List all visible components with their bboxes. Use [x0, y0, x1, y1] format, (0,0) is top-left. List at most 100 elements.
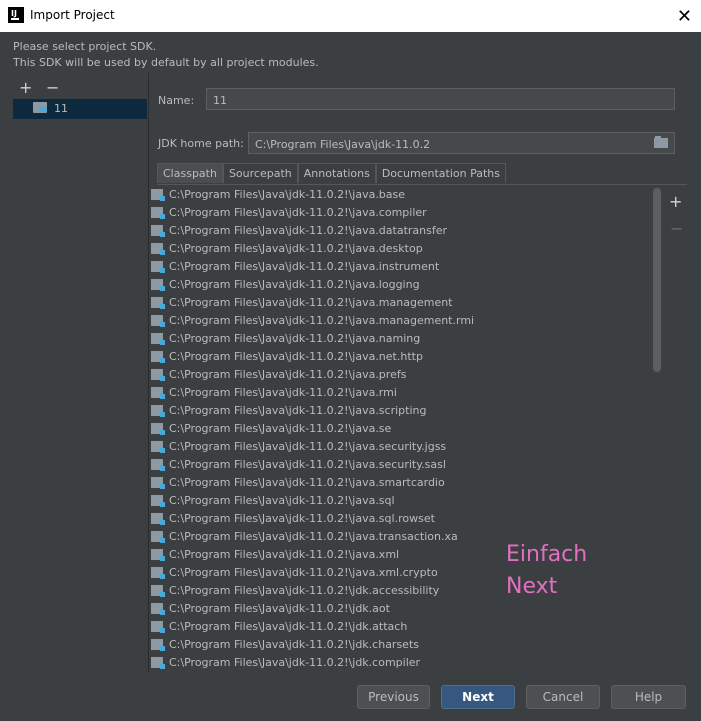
classpath-row-label: C:\Program Files\Java\jdk-11.0.2!\java.n…: [169, 350, 423, 363]
classpath-row[interactable]: C:\Program Files\Java\jdk-11.0.2!\java.d…: [148, 222, 663, 240]
remove-path-button[interactable]: −: [670, 219, 683, 238]
classpath-row-label: C:\Program Files\Java\jdk-11.0.2!\java.x…: [169, 548, 400, 561]
name-field[interactable]: [206, 88, 675, 111]
library-jar-icon: [151, 567, 165, 579]
tab-classpath[interactable]: Classpath: [157, 163, 223, 183]
add-sdk-button[interactable]: +: [19, 78, 32, 97]
intellij-app-icon: IJ: [8, 7, 24, 23]
classpath-row[interactable]: C:\Program Files\Java\jdk-11.0.2!\java.r…: [148, 384, 663, 402]
classpath-row[interactable]: C:\Program Files\Java\jdk-11.0.2!\java.p…: [148, 366, 663, 384]
classpath-row[interactable]: C:\Program Files\Java\jdk-11.0.2!\java.d…: [148, 240, 663, 258]
sdk-list-item[interactable]: 11: [13, 99, 147, 119]
library-jar-icon: [151, 459, 165, 471]
classpath-row-label: C:\Program Files\Java\jdk-11.0.2!\java.x…: [169, 566, 438, 579]
classpath-row-label: C:\Program Files\Java\jdk-11.0.2!\java.s…: [169, 494, 395, 507]
browse-folder-icon[interactable]: [654, 136, 668, 148]
window-title: Import Project: [30, 8, 115, 22]
jdk-home-field[interactable]: [248, 132, 675, 155]
classpath-row[interactable]: C:\Program Files\Java\jdk-11.0.2!\java.n…: [148, 348, 663, 366]
library-jar-icon: [151, 585, 165, 597]
classpath-row[interactable]: C:\Program Files\Java\jdk-11.0.2!\java.n…: [148, 330, 663, 348]
library-jar-icon: [151, 531, 165, 543]
library-jar-icon: [151, 477, 165, 489]
name-input[interactable]: [207, 90, 674, 111]
classpath-scrollbar[interactable]: [653, 188, 661, 372]
tab-sourcepath[interactable]: Sourcepath: [222, 163, 298, 183]
sdk-list-pane: [0, 73, 148, 673]
classpath-row-label: C:\Program Files\Java\jdk-11.0.2!\java.s…: [169, 440, 447, 453]
header-line-1: Please select project SDK.: [13, 40, 157, 53]
library-jar-icon: [151, 279, 165, 291]
classpath-row[interactable]: C:\Program Files\Java\jdk-11.0.2!\java.c…: [148, 204, 663, 222]
close-icon[interactable]: ✕: [677, 6, 692, 27]
classpath-row-label: C:\Program Files\Java\jdk-11.0.2!\java.t…: [169, 530, 458, 543]
classpath-row-label: C:\Program Files\Java\jdk-11.0.2!\java.s…: [169, 404, 427, 417]
classpath-row-label: C:\Program Files\Java\jdk-11.0.2!\java.s…: [169, 458, 446, 471]
classpath-row-label: C:\Program Files\Java\jdk-11.0.2!\java.n…: [169, 332, 421, 345]
classpath-row-label: C:\Program Files\Java\jdk-11.0.2!\java.p…: [169, 368, 407, 381]
name-label: Name:: [158, 94, 195, 107]
classpath-row-label: C:\Program Files\Java\jdk-11.0.2!\java.c…: [169, 206, 427, 219]
remove-sdk-button[interactable]: −: [46, 78, 59, 97]
annotation-line-1: Einfach: [506, 542, 588, 567]
classpath-row[interactable]: C:\Program Files\Java\jdk-11.0.2!\java.l…: [148, 276, 663, 294]
classpath-row[interactable]: C:\Program Files\Java\jdk-11.0.2!\jdk.at…: [148, 618, 663, 636]
previous-button[interactable]: Previous: [357, 685, 430, 709]
sdk-list-item-label: 11: [54, 102, 68, 115]
sdk-tabs: Classpath Sourcepath Annotations Documen…: [157, 163, 507, 185]
classpath-row-label: C:\Program Files\Java\jdk-11.0.2!\java.m…: [169, 314, 475, 327]
classpath-row[interactable]: C:\Program Files\Java\jdk-11.0.2!\java.s…: [148, 456, 663, 474]
classpath-row-label: C:\Program Files\Java\jdk-11.0.2!\java.i…: [169, 260, 440, 273]
library-jar-icon: [151, 441, 165, 453]
classpath-row-label: C:\Program Files\Java\jdk-11.0.2!\jdk.at…: [169, 620, 408, 633]
classpath-row-label: C:\Program Files\Java\jdk-11.0.2!\java.s…: [169, 512, 435, 525]
classpath-row[interactable]: C:\Program Files\Java\jdk-11.0.2!\java.m…: [148, 294, 663, 312]
library-jar-icon: [151, 225, 165, 237]
classpath-row[interactable]: C:\Program Files\Java\jdk-11.0.2!\java.m…: [148, 312, 663, 330]
classpath-row-label: C:\Program Files\Java\jdk-11.0.2!\jdk.ac…: [169, 584, 440, 597]
classpath-row-label: C:\Program Files\Java\jdk-11.0.2!\jdk.ao…: [169, 602, 390, 615]
header-line-2: This SDK will be used by default by all …: [13, 56, 319, 69]
library-jar-icon: [151, 603, 165, 615]
folder-sdk-icon: [33, 102, 47, 113]
classpath-row[interactable]: C:\Program Files\Java\jdk-11.0.2!\java.s…: [148, 510, 663, 528]
classpath-row[interactable]: C:\Program Files\Java\jdk-11.0.2!\java.s…: [148, 474, 663, 492]
tab-annotations[interactable]: Annotations: [297, 163, 376, 183]
classpath-row[interactable]: C:\Program Files\Java\jdk-11.0.2!\java.s…: [148, 420, 663, 438]
library-jar-icon: [151, 423, 165, 435]
dialog-header: Please select project SDK. This SDK will…: [13, 39, 319, 71]
classpath-row-label: C:\Program Files\Java\jdk-11.0.2!\java.b…: [169, 188, 406, 201]
next-button[interactable]: Next: [441, 685, 515, 709]
library-jar-icon: [151, 405, 165, 417]
classpath-row-label: C:\Program Files\Java\jdk-11.0.2!\jdk.co…: [169, 656, 421, 669]
classpath-row-label: C:\Program Files\Java\jdk-11.0.2!\java.d…: [169, 224, 448, 237]
classpath-row-label: C:\Program Files\Java\jdk-11.0.2!\java.s…: [169, 422, 392, 435]
classpath-row[interactable]: C:\Program Files\Java\jdk-11.0.2!\java.i…: [148, 258, 663, 276]
library-jar-icon: [151, 297, 165, 309]
library-jar-icon: [151, 657, 165, 669]
classpath-row[interactable]: C:\Program Files\Java\jdk-11.0.2!\java.s…: [148, 438, 663, 456]
library-jar-icon: [151, 387, 165, 399]
classpath-row-label: C:\Program Files\Java\jdk-11.0.2!\java.m…: [169, 296, 453, 309]
tab-divider: [157, 184, 687, 185]
classpath-row[interactable]: C:\Program Files\Java\jdk-11.0.2!\jdk.co…: [148, 654, 663, 672]
library-jar-icon: [151, 495, 165, 507]
library-jar-icon: [151, 639, 165, 651]
cancel-button[interactable]: Cancel: [526, 685, 600, 709]
classpath-row[interactable]: C:\Program Files\Java\jdk-11.0.2!\java.s…: [148, 402, 663, 420]
help-button[interactable]: Help: [611, 685, 686, 709]
jdk-home-label: JDK home path:: [158, 137, 244, 150]
classpath-row[interactable]: C:\Program Files\Java\jdk-11.0.2!\java.b…: [148, 186, 663, 204]
classpath-row[interactable]: C:\Program Files\Java\jdk-11.0.2!\java.s…: [148, 492, 663, 510]
handwritten-annotation: Einfach Next: [506, 539, 587, 603]
library-jar-icon: [151, 243, 165, 255]
library-jar-icon: [151, 369, 165, 381]
library-jar-icon: [151, 315, 165, 327]
add-path-button[interactable]: +: [669, 192, 682, 211]
title-bar: IJ Import Project ✕: [0, 0, 701, 32]
annotation-line-2: Next: [506, 574, 558, 599]
jdk-home-input[interactable]: [249, 134, 674, 155]
library-jar-icon: [151, 261, 165, 273]
tab-documentation-paths[interactable]: Documentation Paths: [375, 163, 507, 183]
classpath-row[interactable]: C:\Program Files\Java\jdk-11.0.2!\jdk.ch…: [148, 636, 663, 654]
